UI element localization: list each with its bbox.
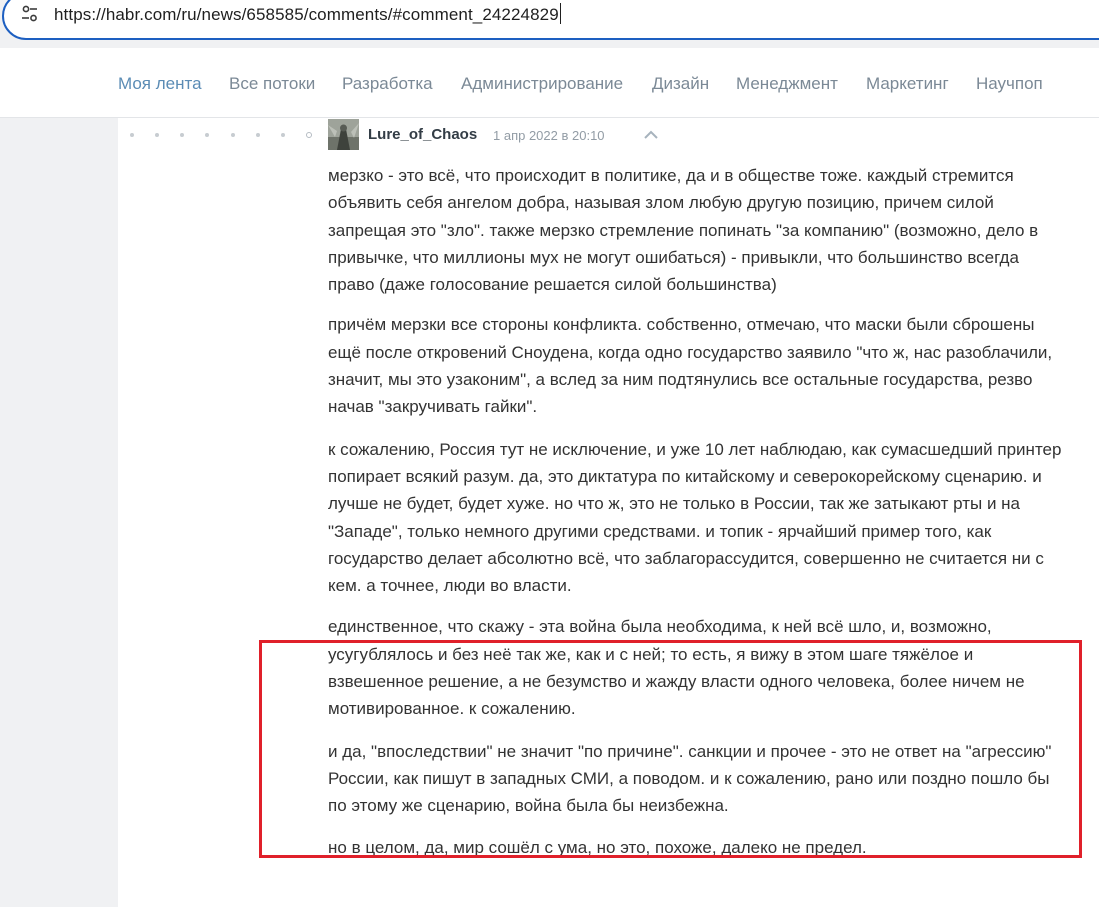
url-text: https://habr.com/ru/news/658585/comments… (54, 5, 559, 24)
nav-item-development[interactable]: Разработка (342, 74, 433, 94)
nav-item-design[interactable]: Дизайн (652, 74, 709, 94)
nav-item-management[interactable]: Менеджмент (736, 74, 838, 94)
comment-time[interactable]: 1 апр 2022 в 20:10 (493, 128, 605, 143)
nav-item-administration[interactable]: Администрирование (461, 74, 623, 94)
chevron-up-icon[interactable] (640, 127, 662, 143)
comment-paragraph: к сожалению, Россия тут не исключение, и… (328, 439, 1062, 596)
comment-paragraph: и да, "впоследствии" не значит "по причи… (328, 741, 1052, 816)
thread-dot (130, 133, 134, 137)
nav-item-my-feed[interactable]: Моя лента (118, 74, 202, 94)
nav-item-all-flows[interactable]: Все потоки (229, 74, 315, 94)
browser-page: https://habr.com/ru/news/658585/comments… (0, 0, 1099, 907)
url-input[interactable]: https://habr.com/ru/news/658585/comments… (54, 3, 561, 25)
thread-dot (231, 133, 235, 137)
text-caret (559, 3, 561, 24)
comment-author[interactable]: Lure_of_Chaos (368, 126, 477, 143)
avatar[interactable] (328, 119, 359, 150)
comment-paragraph: единственное, что скажу - эта война была… (328, 617, 1025, 719)
nav-item-popsci[interactable]: Научпоп (976, 74, 1043, 94)
thread-dot (205, 133, 209, 137)
avatar-image (328, 119, 359, 150)
nav-item-marketing[interactable]: Маркетинг (866, 74, 949, 94)
browser-toolbar: https://habr.com/ru/news/658585/comments… (0, 0, 1099, 48)
thread-dot (256, 133, 260, 137)
thread-dot (180, 133, 184, 137)
address-bar[interactable]: https://habr.com/ru/news/658585/comments… (2, 0, 1099, 40)
comment-body: мерзко - это всё, что происходит в полит… (328, 162, 1068, 861)
comment-paragraph: но в целом, да, мир сошёл с ума, но это,… (328, 837, 867, 857)
tune-icon[interactable] (20, 4, 40, 24)
thread-dot (155, 133, 159, 137)
comment-paragraph: причём мерзки все стороны конфликта. соб… (328, 315, 1053, 417)
comment-paragraph: мерзко - это всё, что происходит в полит… (328, 166, 1039, 295)
thread-dot-current (306, 132, 312, 138)
flows-nav: Моя лента Все потоки Разработка Админист… (0, 48, 1099, 118)
thread-dot (281, 133, 285, 137)
